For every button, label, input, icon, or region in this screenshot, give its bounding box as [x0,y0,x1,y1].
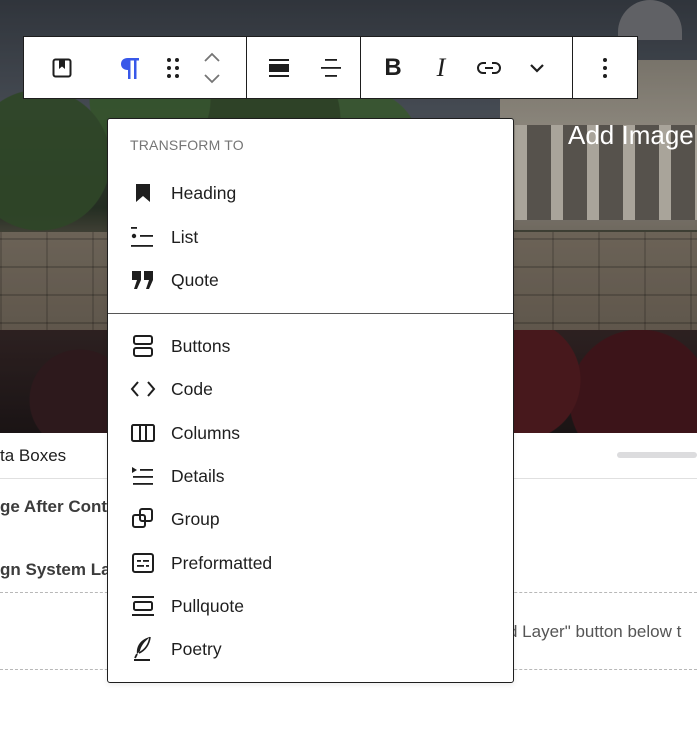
link-button[interactable] [465,44,513,92]
align-wide-icon [269,58,289,77]
more-vertical-icon [603,57,607,78]
transform-to-group[interactable]: Group [120,499,503,539]
transform-menu-heading: TRANSFORM TO [130,137,244,153]
list-icon [123,217,163,257]
transform-to-pullquote[interactable]: Pullquote [120,586,503,626]
paragraph-icon [121,57,139,79]
pullquote-icon [123,586,163,626]
bookmark-icon [52,58,71,77]
cover-overlay-text[interactable]: Add Image [568,120,694,151]
group-icon [123,499,163,539]
menu-item-label: Preformatted [171,552,273,573]
align-wide-button[interactable] [255,44,303,92]
preformatted-icon [123,543,163,583]
buttons-icon [123,326,163,366]
italic-icon: I [436,52,446,82]
transform-to-preformatted[interactable]: Preformatted [120,543,503,583]
block-movers [185,47,239,89]
bold-button[interactable]: B [369,44,417,92]
italic-button[interactable]: I [417,44,465,92]
transform-menu: TRANSFORM TO Heading List Quote Buttons … [107,118,514,683]
menu-item-label: Quote [171,269,219,290]
transform-to-quote[interactable]: Quote [120,260,503,300]
menu-item-label: Code [171,378,213,399]
transform-to-details[interactable]: Details [120,456,503,496]
meta-boxes-label[interactable]: ta Boxes [0,446,66,466]
panel-toggle-after-content[interactable]: ge After Cont [0,497,107,517]
transform-to-poetry[interactable]: Poetry [120,629,503,669]
block-type-group [23,36,100,99]
transform-to-list[interactable]: List [120,217,503,257]
drag-handle-button[interactable] [161,44,185,92]
code-icon [123,369,163,409]
align-center-icon [321,58,341,77]
alignment-group [247,36,361,99]
menu-item-label: Pullquote [171,595,244,616]
chevron-up-icon [204,52,220,62]
paragraph-block-button[interactable] [99,44,161,92]
menu-item-label: Poetry [171,638,222,659]
quote-icon [123,260,163,300]
transform-to-heading[interactable]: Heading [120,173,503,213]
move-down-button[interactable] [198,69,226,89]
menu-divider [108,313,513,314]
menu-item-label: Group [171,508,220,529]
block-options-button[interactable] [581,44,629,92]
options-group [573,36,638,99]
menu-item-label: Buttons [171,335,231,356]
more-chevron-icon [530,63,544,73]
move-up-button[interactable] [198,47,226,67]
block-toolbar: B I [23,36,638,99]
block-tools-group [99,36,247,99]
text-align-button[interactable] [307,44,355,92]
link-icon [477,61,501,74]
heading-icon [123,173,163,213]
layer-hint-text: d Layer" button below t [508,622,682,641]
horizontal-scrollbar[interactable] [617,452,697,458]
formatting-group: B I [361,36,573,99]
block-type-button[interactable] [38,44,86,92]
more-rich-text-button[interactable] [513,44,561,92]
chevron-down-icon [204,73,220,83]
details-icon [123,456,163,496]
transform-to-code[interactable]: Code [120,369,503,409]
menu-item-label: Heading [171,182,237,203]
transform-to-buttons[interactable]: Buttons [120,326,503,366]
drag-handle-icon [167,57,179,78]
menu-item-label: List [171,226,199,247]
poetry-icon [123,629,163,669]
bold-icon: B [384,53,402,81]
menu-item-label: Details [171,465,225,486]
columns-icon [123,413,163,453]
transform-to-columns[interactable]: Columns [120,413,503,453]
menu-item-label: Columns [171,422,241,443]
panel-toggle-design-system[interactable]: gn System Lay [0,560,120,580]
